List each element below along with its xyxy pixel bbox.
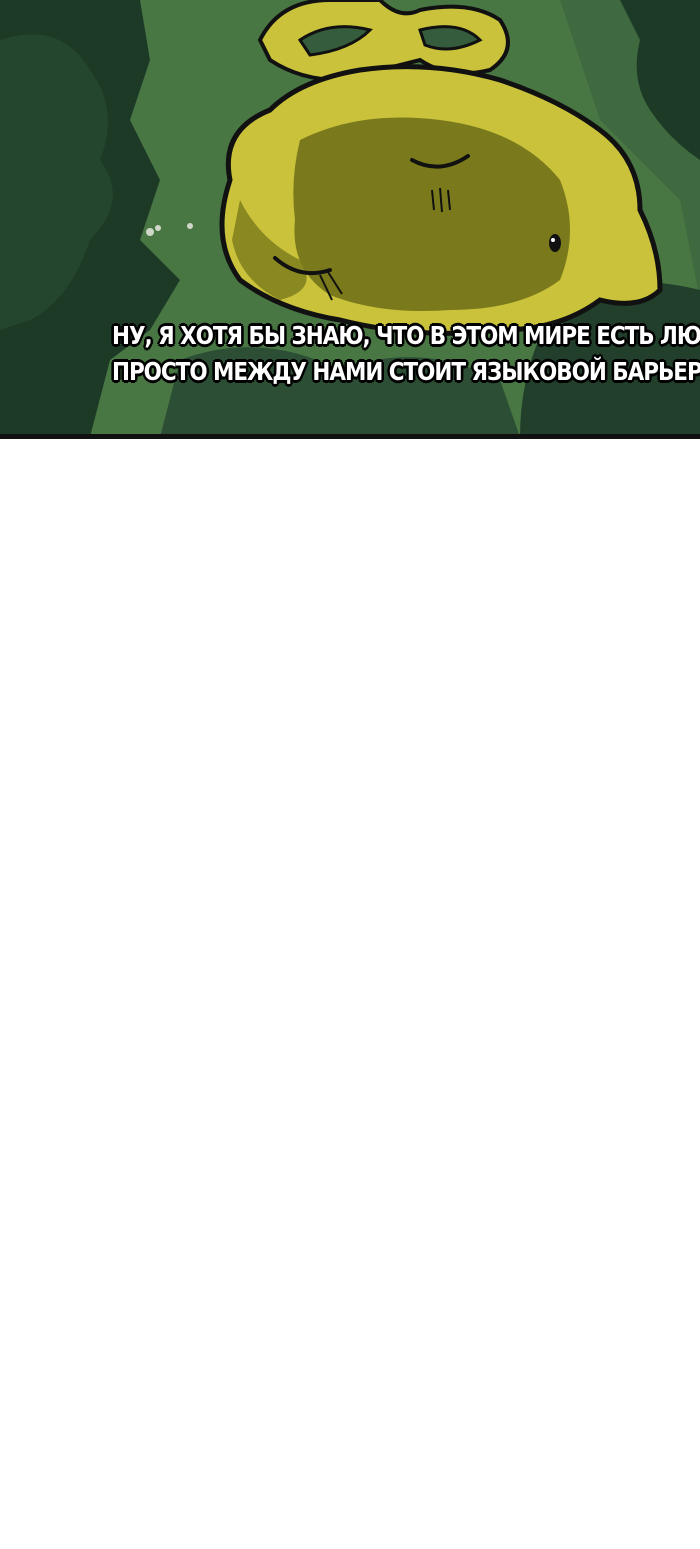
- comic-panel: НУ, Я ХОТЯ БЫ ЗНАЮ, ЧТО В ЭТОМ МИРЕ ЕСТЬ…: [0, 0, 700, 437]
- blank-gutter: [0, 439, 700, 1549]
- caption-line-1: НУ, Я ХОТЯ БЫ ЗНАЮ, ЧТО В ЭТОМ МИРЕ ЕСТЬ…: [112, 321, 700, 350]
- caption-line-2: ПРОСТО МЕЖДУ НАМИ СТОИТ ЯЗЫКОВОЙ БАРЬЕР.: [112, 357, 700, 386]
- caption-text: НУ, Я ХОТЯ БЫ ЗНАЮ, ЧТО В ЭТОМ МИРЕ ЕСТЬ…: [112, 318, 700, 390]
